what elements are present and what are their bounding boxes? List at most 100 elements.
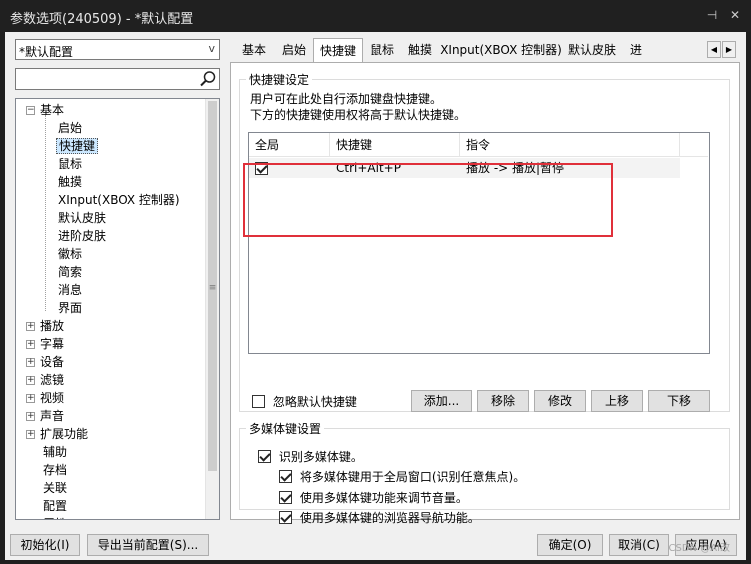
sidebar-item[interactable]: 触摸 <box>56 173 84 191</box>
sidebar-item-label: 默认皮肤 <box>58 211 107 225</box>
expand-icon[interactable]: + <box>26 430 35 439</box>
sidebar-item[interactable]: + 滤镜 <box>26 371 66 389</box>
multimedia-checkbox-3[interactable] <box>279 491 292 504</box>
ignore-default-checkbox[interactable] <box>252 395 265 408</box>
sidebar-item[interactable]: + 字幕 <box>26 335 66 353</box>
multimedia-group-title: 多媒体键设置 <box>249 422 322 436</box>
sidebar-item[interactable]: 鼠标 <box>56 155 84 173</box>
expand-icon[interactable]: + <box>26 412 35 421</box>
export-config-button[interactable]: 导出当前配置(S)... <box>87 534 209 556</box>
sidebar-item-label: 存档 <box>43 463 68 477</box>
expand-icon[interactable]: + <box>26 358 35 367</box>
sidebar-item-label: 声音 <box>40 409 65 423</box>
multimedia-checkbox-2[interactable] <box>279 470 292 483</box>
expand-icon[interactable]: + <box>26 340 35 349</box>
sidebar-item-label: 启始 <box>58 121 83 135</box>
edit-button[interactable]: 修改 <box>534 390 586 412</box>
sidebar-item[interactable]: + 声音 <box>26 407 66 425</box>
cancel-button[interactable]: 取消(C) <box>609 534 669 556</box>
ignore-default-label: 忽略默认快捷键 <box>272 395 357 409</box>
sidebar-item[interactable]: 进阶皮肤 <box>56 227 108 245</box>
tab-scroll-right-icon[interactable]: ▶ <box>722 41 736 58</box>
sidebar-item[interactable]: 辅助 <box>26 443 69 461</box>
pin-icon[interactable]: ⊣ <box>705 8 719 22</box>
tab-0[interactable]: 基本 <box>233 41 275 62</box>
sidebar-item-label: 关联 <box>43 481 68 495</box>
sidebar-item[interactable]: 界面 <box>56 299 84 317</box>
tree-scrollbar[interactable]: ≡ <box>205 99 219 519</box>
sidebar-item[interactable]: + 视频 <box>26 389 66 407</box>
multimedia-checkbox-4[interactable] <box>279 511 292 524</box>
ignore-default-option[interactable]: 忽略默认快捷键 <box>252 394 357 410</box>
move-down-button[interactable]: 下移 <box>648 390 710 412</box>
search-field[interactable] <box>15 68 220 90</box>
close-icon[interactable]: ✕ <box>728 8 742 22</box>
expand-icon[interactable]: + <box>26 394 35 403</box>
move-up-button[interactable]: 上移 <box>591 390 643 412</box>
remove-button[interactable]: 移除 <box>477 390 529 412</box>
tab-7[interactable]: 进 <box>621 41 651 62</box>
ok-button[interactable]: 确定(O) <box>537 534 603 556</box>
window-title: 参数选项(240509) - *默认配置 <box>10 12 194 27</box>
collapse-icon[interactable]: − <box>26 106 35 115</box>
settings-tree[interactable]: ≡ − 基本启始快捷键鼠标触摸 XInput(XBOX 控制器) 默认皮肤进阶皮肤徽标… <box>15 98 220 520</box>
column-header-hotkey[interactable]: 快捷键 <box>330 133 460 157</box>
sidebar-item-label: 扩展功能 <box>40 427 89 441</box>
sidebar-item-label: 徽标 <box>58 247 83 261</box>
multimedia-option-3[interactable]: 使用多媒体键功能来调节音量。 <box>279 490 468 506</box>
multimedia-option-4[interactable]: 使用多媒体键的浏览器导航功能。 <box>279 510 480 526</box>
sidebar-item[interactable]: + 设备 <box>26 353 66 371</box>
multimedia-label-2: 将多媒体键用于全局窗口(识别任意焦点)。 <box>299 470 526 484</box>
tab-5[interactable]: XInput(XBOX 控制器) <box>439 41 563 62</box>
sidebar-item-label: 简索 <box>58 265 83 279</box>
search-icon[interactable] <box>199 70 217 88</box>
tree-connector-line <box>45 115 46 311</box>
sidebar-item-label: 基本 <box>40 103 65 117</box>
tab-4[interactable]: 触摸 <box>401 41 439 62</box>
search-input[interactable] <box>18 71 193 87</box>
tab-strip: 基本 启始 快捷键 鼠标 触摸 XInput(XBOX 控制器) 默认皮肤进 ◀ ▶ <box>230 38 742 63</box>
tab-6[interactable]: 默认皮肤 <box>563 41 621 62</box>
sidebar-item-label: 鼠标 <box>58 157 83 171</box>
tab-2[interactable]: 快捷键 <box>313 38 363 63</box>
tab-3[interactable]: 鼠标 <box>363 41 401 62</box>
sidebar-item[interactable]: 简索 <box>56 263 84 281</box>
sidebar-item[interactable]: + 播放 <box>26 317 66 335</box>
expand-icon[interactable]: + <box>26 322 35 331</box>
sidebar-item[interactable]: 启始 <box>56 119 84 137</box>
annotation-highlight-box <box>243 163 613 237</box>
tab-scroll-left-icon[interactable]: ◀ <box>707 41 721 58</box>
column-header-global[interactable]: 全局 <box>249 133 330 157</box>
initialize-button[interactable]: 初始化(I) <box>10 534 80 556</box>
chevron-down-icon[interactable]: v <box>208 42 215 55</box>
sidebar-item[interactable]: 快捷键 <box>56 137 99 155</box>
multimedia-option-1[interactable]: 识别多媒体键。 <box>258 449 363 465</box>
dialog-client: *默认配置 v ≡ − 基本 启始 快捷键 鼠标 触摸 XInput(XBOX 控制器) 默认… <box>5 32 746 560</box>
tab-1[interactable]: 启始 <box>275 41 313 62</box>
sidebar-item[interactable]: 默认皮肤 <box>56 209 108 227</box>
sidebar-item-label: 辅助 <box>43 445 68 459</box>
profile-select[interactable]: *默认配置 v <box>15 39 220 60</box>
hotkey-list-header: 全局 快捷键 指令 <box>249 133 708 157</box>
expand-icon[interactable]: + <box>26 376 35 385</box>
title-bar: 参数选项(240509) - *默认配置 ⊣ ✕ <box>0 0 751 32</box>
sidebar-item[interactable]: 关联 <box>26 479 69 497</box>
sidebar-item[interactable]: XInput(XBOX 控制器) <box>56 191 182 209</box>
sidebar-item[interactable]: + 扩展功能 <box>26 425 90 443</box>
sidebar-item-label: 进阶皮肤 <box>58 229 107 243</box>
multimedia-label-3: 使用多媒体键功能来调节音量。 <box>299 491 468 505</box>
tab-panel-hotkeys: 快捷键设定 用户可在此处自行添加键盘快捷键。 下方的快捷键使用权将高于默认快捷键… <box>230 62 740 525</box>
column-header-command[interactable]: 指令 <box>460 133 680 157</box>
sidebar-item[interactable]: − 基本 <box>26 101 66 119</box>
multimedia-checkbox-1[interactable] <box>258 450 271 463</box>
sidebar-item[interactable]: 配置 <box>26 497 69 515</box>
sidebar-item[interactable]: 徽标 <box>56 245 84 263</box>
sidebar-item[interactable]: 属性 <box>26 515 69 519</box>
add-button[interactable]: 添加... <box>411 390 472 412</box>
sidebar-item[interactable]: 存档 <box>26 461 69 479</box>
multimedia-option-2[interactable]: 将多媒体键用于全局窗口(识别任意焦点)。 <box>279 469 525 485</box>
sidebar-item-label: 属性 <box>41 517 69 519</box>
sidebar-item[interactable]: 消息 <box>56 281 84 299</box>
sidebar-item-label: 播放 <box>40 319 65 333</box>
sidebar-item-label: 触摸 <box>58 175 83 189</box>
